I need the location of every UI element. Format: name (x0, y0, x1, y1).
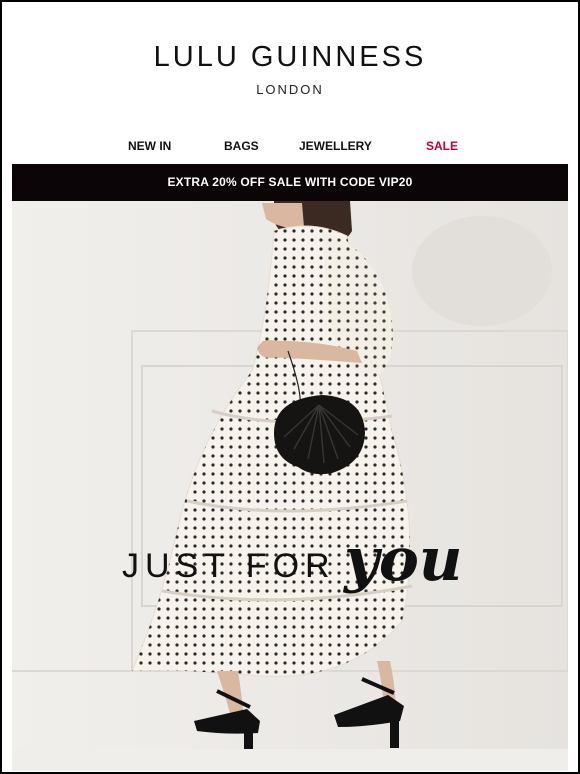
brand-logo[interactable]: LULU GUINNESS LONDON (2, 42, 578, 97)
nav-item-sale[interactable]: SALE (426, 139, 458, 153)
headline-just-for: JUST FOR (122, 547, 336, 585)
nav-item-new-in[interactable]: NEW IN (128, 139, 171, 153)
hero-illustration (12, 201, 568, 771)
promo-banner[interactable]: EXTRA 20% OFF SALE WITH CODE VIP20 (12, 164, 568, 201)
nav-item-bags[interactable]: BAGS (224, 139, 259, 153)
nav-item-jewellery[interactable]: JEWELLERY (299, 139, 372, 153)
hero-image[interactable]: JUST FOR you (12, 201, 568, 771)
headline-you: you (344, 525, 463, 595)
email-frame: LULU GUINNESS LONDON NEW IN BAGS JEWELLE… (0, 0, 580, 774)
brand-name: LULU GUINNESS (153, 41, 427, 73)
brand-city: LONDON (256, 82, 324, 97)
main-nav: NEW IN BAGS JEWELLERY SALE (2, 139, 578, 155)
